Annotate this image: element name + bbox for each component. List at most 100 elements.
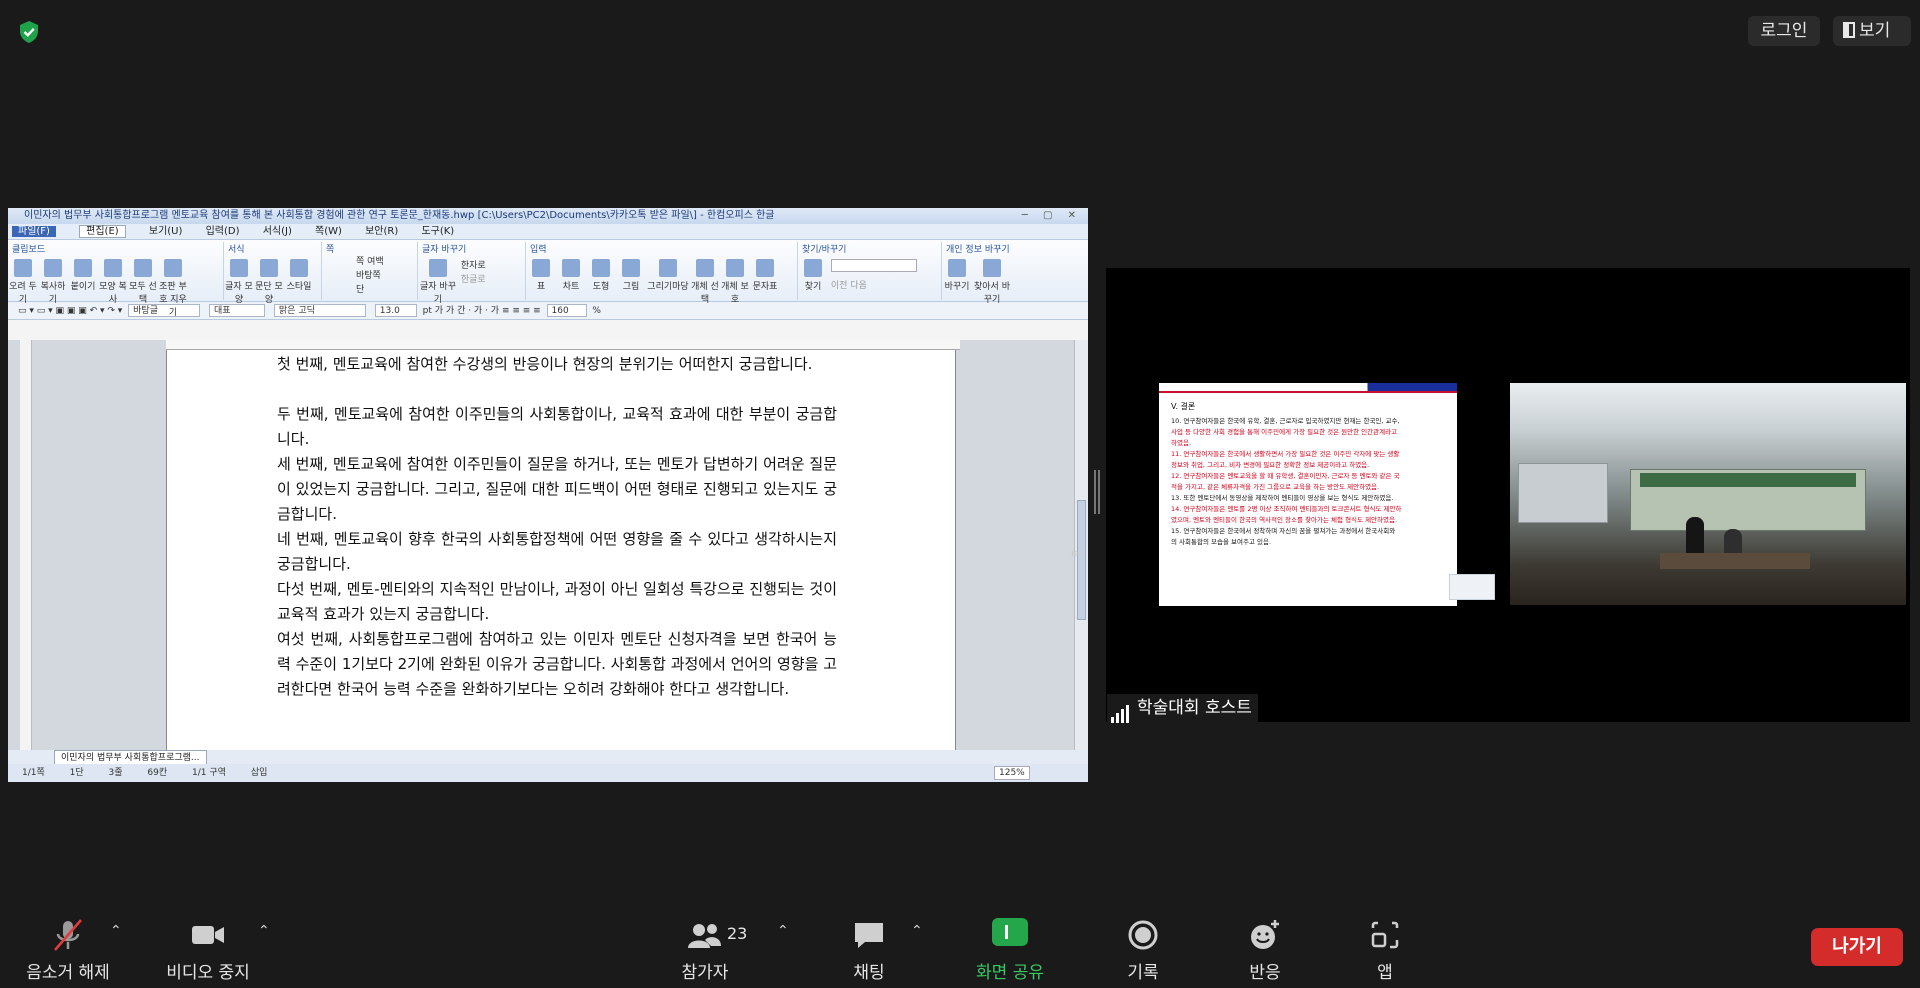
find-input[interactable] [830, 259, 917, 272]
document-page[interactable]: 첫 번째, 멘토교육에 참여한 수강생의 반응이나 현장의 분위기는 어떠한지 … [166, 350, 956, 750]
hangul-button[interactable]: 한글로 [461, 273, 486, 287]
paragraph-3[interactable]: 세 번째, 멘토교육에 참여한 이주민들이 질문을 하거나, 또는 멘토가 답변… [277, 452, 837, 527]
chart-button[interactable]: 차트 [556, 257, 586, 292]
document-area[interactable]: 첫 번째, 멘토교육에 참여한 수강생의 반응이나 현장의 분위기는 어떠한지 … [8, 340, 1088, 750]
char-convert-button[interactable]: 글자 바꾸기 [418, 257, 458, 305]
master-page-button[interactable]: 바탕쪽 [356, 269, 417, 283]
split-view-divider[interactable] [1094, 470, 1100, 514]
slide-line: 10. 연구참여자들은 한국에 유학, 결혼, 근로자로 입국하였지만 현재는 … [1171, 417, 1400, 425]
slide-line: 13. 또한 멘토단에서 동영상을 제작하여 멘티들이 영상을 보는 형식도 제… [1171, 494, 1394, 502]
share-screen-button[interactable]: 화면 공유 [966, 918, 1054, 983]
replace-icon [948, 259, 966, 277]
security-shield-icon[interactable] [18, 20, 40, 44]
ribbon-group-find: 찾기/바꾸기 찾기 이전 다음 [798, 242, 942, 300]
paragraph-4[interactable]: 네 번째, 멘토교육이 향후 한국의 사회통합정책에 어떤 영향을 줄 수 있다… [277, 527, 837, 577]
menu-view[interactable]: 보기(U) [149, 226, 183, 237]
paragraph-2[interactable]: 두 번째, 멘토교육에 참여한 이주민들의 사회통합이나, 교육적 효과에 대한… [277, 402, 837, 452]
video-options-chevron-up-icon[interactable]: ⌃ [258, 924, 272, 938]
hall-desk [1660, 553, 1810, 569]
select-all-button[interactable]: 모두 선택 [128, 257, 158, 305]
symbol-button[interactable]: 문자표 [750, 257, 780, 292]
shared-screen[interactable]: 이민자의 법무부 사회통합프로그램 멘토교육 참여를 통해 본 사회통합 경험에… [8, 208, 1088, 782]
leave-meeting-button[interactable]: 나가기 [1811, 928, 1903, 966]
line-spacing-input[interactable]: 160 [546, 304, 587, 317]
columns-button[interactable]: 단 [356, 283, 417, 297]
status-insert-mode[interactable]: 삽입 [251, 768, 268, 778]
menu-edit[interactable]: 편집(E) [79, 225, 126, 238]
audio-options-chevron-up-icon[interactable]: ⌃ [110, 924, 124, 938]
copy-icon [44, 259, 62, 277]
text-style-buttons[interactable]: 가 가 간 · 가 · 가 [435, 306, 502, 316]
paragraph-1[interactable]: 첫 번째, 멘토교육에 참여한 수강생의 반응이나 현장의 분위기는 어떠한지 … [277, 352, 837, 377]
reactions-button[interactable]: 반응 [1230, 918, 1300, 983]
ribbon-group-title: 쪽 [326, 245, 335, 255]
clear-codes-button[interactable]: 조판 부호 지우기 [158, 257, 188, 318]
presentation-slide: V. 결론 10. 연구참여자들은 한국에 유학, 결혼, 근로자로 입국하였지… [1159, 383, 1495, 606]
menu-file[interactable]: 파일(F) [12, 226, 56, 237]
menu-page[interactable]: 쪽(W) [315, 226, 342, 237]
ribbon-group-title: 입력 [530, 245, 547, 255]
paragraph-6[interactable]: 여섯 번째, 사회통합프로그램에 참여하고 있는 이민자 멘토단 신청자격을 보… [277, 627, 837, 702]
font-size-input[interactable]: 13.0 [374, 304, 417, 317]
hall-window [1518, 463, 1608, 523]
menu-insert[interactable]: 입력(D) [206, 226, 240, 237]
menu-format[interactable]: 서식(J) [263, 226, 292, 237]
slide-line: 적을 가지고, 같은 체류자격을 가진 그룹으로 교육을 하는 방안도 제안하였… [1171, 483, 1380, 491]
paste-button[interactable]: 붙이기 [68, 257, 98, 292]
shape-button[interactable]: 도형 [586, 257, 616, 292]
chart-icon [562, 259, 580, 277]
share-screen-icon [966, 918, 1054, 952]
reactions-label: 반응 [1249, 963, 1281, 983]
font-select[interactable]: 맑은 고딕 [273, 304, 366, 317]
table-button[interactable]: 표 [526, 257, 556, 292]
binoculars-icon [804, 259, 822, 277]
style-button[interactable]: 스타일 [284, 257, 314, 292]
object-select-button[interactable]: 개체 선택 [690, 257, 720, 305]
paragraph-5[interactable]: 다섯 번째, 멘토-멘티와의 지속적인 만남이나, 과정이 아닌 일회성 특강으… [277, 577, 837, 627]
para-shape-button[interactable]: 문단 모양 [254, 257, 284, 305]
page-margin-button[interactable]: 쪽 여백 [356, 255, 417, 269]
login-button[interactable]: 로그인 [1748, 16, 1820, 46]
video-camera-icon [156, 918, 260, 952]
scissors-icon [14, 259, 32, 277]
eraser-icon [164, 259, 182, 277]
drawing-icon [659, 259, 677, 277]
find-next-button[interactable]: 다음 [850, 281, 867, 291]
align-buttons[interactable]: ≡ ≡ ≡ ≡ [502, 306, 544, 316]
picture-button[interactable]: 그림 [616, 257, 646, 292]
copy-button[interactable]: 복사하기 [38, 257, 68, 305]
privacy-find-replace-button[interactable]: 찾아서 바꾸기 [972, 257, 1012, 305]
format-painter-button[interactable]: 모양 복사 [98, 257, 128, 305]
apps-button[interactable]: 앱 [1350, 918, 1420, 983]
cursor-icon [696, 259, 714, 277]
signal-strength-icon [1111, 695, 1131, 723]
document-tab-bar: 이민자의 법무부 사회통합프로그램... [8, 750, 1088, 766]
menu-tools[interactable]: 도구(K) [421, 226, 454, 237]
object-protect-button[interactable]: 개체 보호 [720, 257, 750, 305]
chat-button[interactable]: 채팅 [834, 918, 904, 983]
unmute-button[interactable]: 음소거 해제 [16, 918, 120, 983]
find-button[interactable]: 찾기 [798, 257, 828, 292]
meeting-toolbar: 음소거 해제 ⌃ 비디오 중지 ⌃ 참가자 23 ⌃ 채팅 ⌃ 화면 공유 기록 [0, 900, 1920, 988]
char-shape-button[interactable]: 글자 모양 [224, 257, 254, 305]
share-arrow-up-icon [992, 918, 1028, 946]
window-controls[interactable]: ─ ▢ ✕ [1022, 208, 1082, 224]
slide-line: 사업 등 다양한 사회 경험을 통해 이주민에게 가장 필요한 것은 원만한 인… [1171, 428, 1398, 436]
hanja-button[interactable]: 한자로 [461, 259, 486, 273]
find-prev-button[interactable]: 이전 [831, 281, 848, 291]
chat-label: 채팅 [853, 963, 885, 983]
view-button[interactable]: 보기 [1833, 16, 1911, 46]
participants-options-chevron-up-icon[interactable]: ⌃ [777, 924, 791, 938]
status-char: 69칸 [147, 768, 168, 778]
chat-options-chevron-up-icon[interactable]: ⌃ [911, 924, 925, 938]
zoom-select[interactable]: 125% [994, 766, 1030, 780]
stop-video-button[interactable]: 비디오 중지 [156, 918, 260, 983]
record-button[interactable]: 기록 [1108, 918, 1178, 983]
horizontal-ruler[interactable] [166, 340, 960, 350]
cut-button[interactable]: 오려 두기 [8, 257, 38, 305]
privacy-replace-button[interactable]: 바꾸기 [942, 257, 972, 292]
table-icon [532, 259, 550, 277]
vertical-scrollbar[interactable] [1074, 340, 1088, 750]
drawing-button[interactable]: 그리기마당 [646, 257, 690, 292]
menu-security[interactable]: 보안(R) [365, 226, 398, 237]
